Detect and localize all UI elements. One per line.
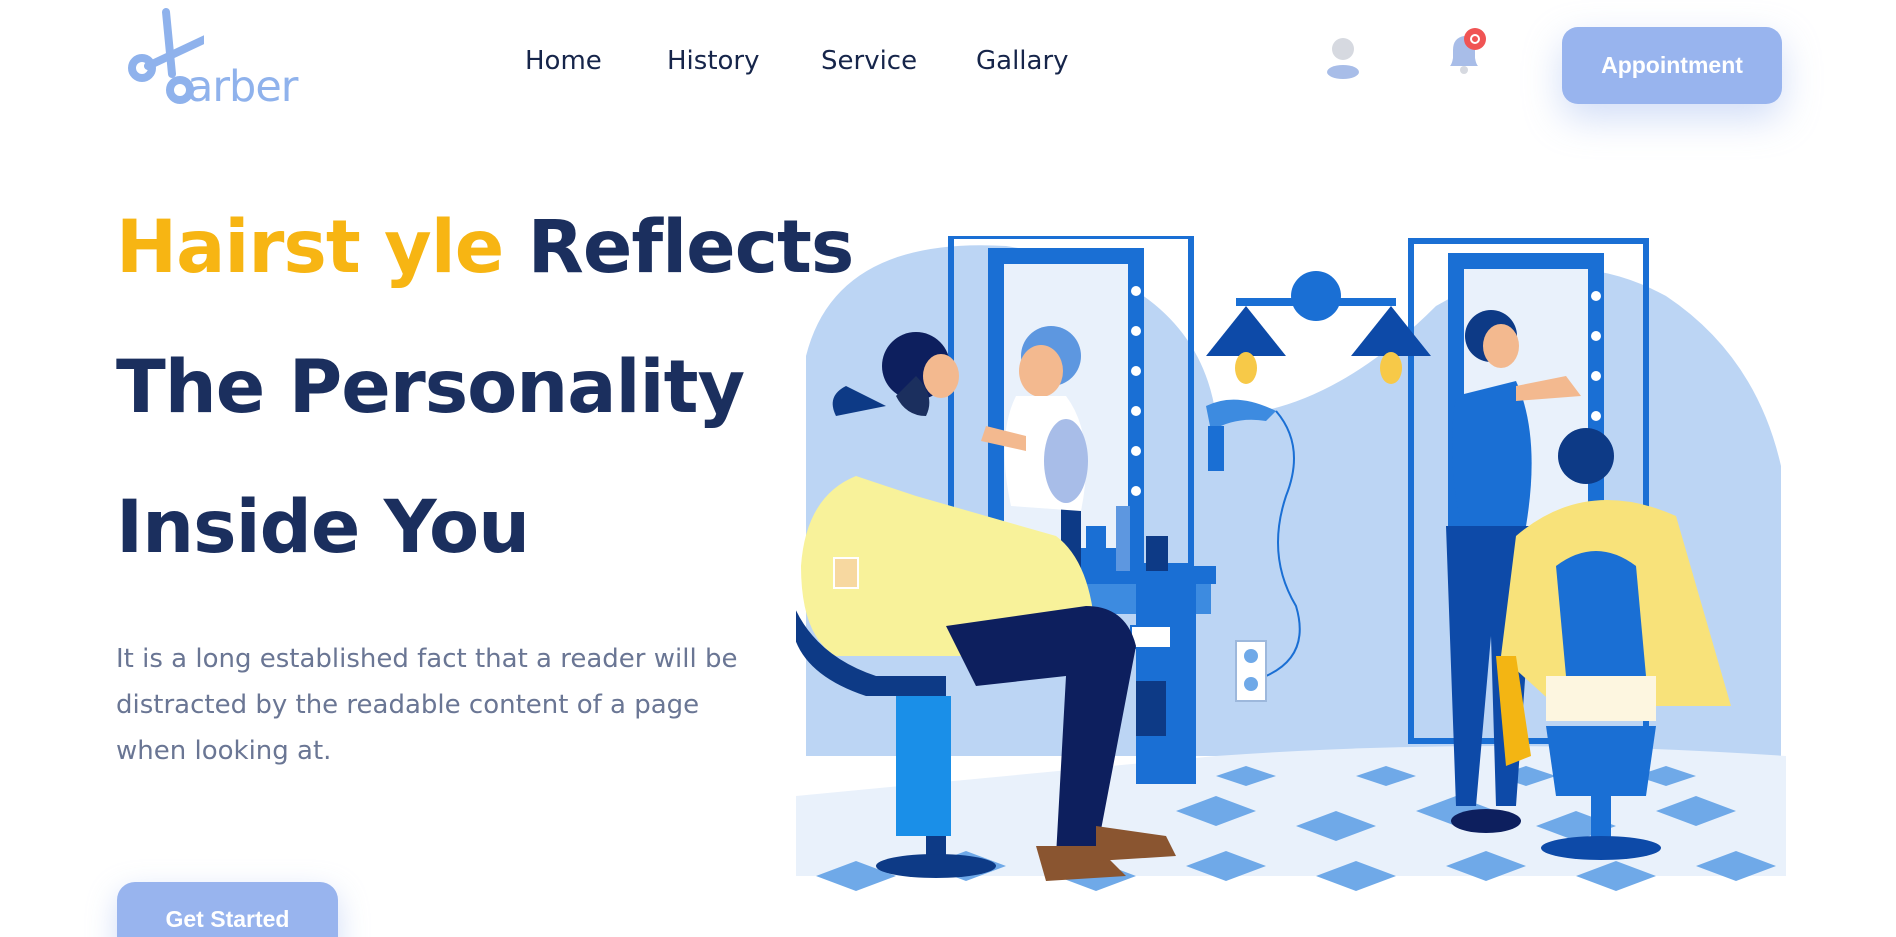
hero-title-line3: Inside You <box>116 485 530 570</box>
hero-title-line1: Hairst yle Reflects <box>116 205 854 290</box>
barbershop-illustration <box>796 236 1786 891</box>
bell-icon[interactable] <box>1444 28 1490 80</box>
notification-badge <box>1464 28 1486 50</box>
lamp <box>1206 271 1431 384</box>
appointment-button[interactable]: Appointment <box>1562 27 1782 104</box>
logo-text: arber <box>187 62 298 112</box>
nav-gallary[interactable]: Gallary <box>976 46 1069 76</box>
brand-logo[interactable]: arber <box>124 8 314 112</box>
get-started-button[interactable]: Get Started <box>117 882 338 937</box>
hero-description: It is a long established fact that a rea… <box>116 644 738 766</box>
nav-service[interactable]: Service <box>821 46 917 76</box>
user-icon[interactable] <box>1325 36 1361 80</box>
nav-history[interactable]: History <box>667 46 760 76</box>
hero-title-line2: The Personality <box>116 345 745 430</box>
nav-home[interactable]: Home <box>525 46 602 76</box>
hero-title-accent: Hairst yle <box>116 205 504 290</box>
